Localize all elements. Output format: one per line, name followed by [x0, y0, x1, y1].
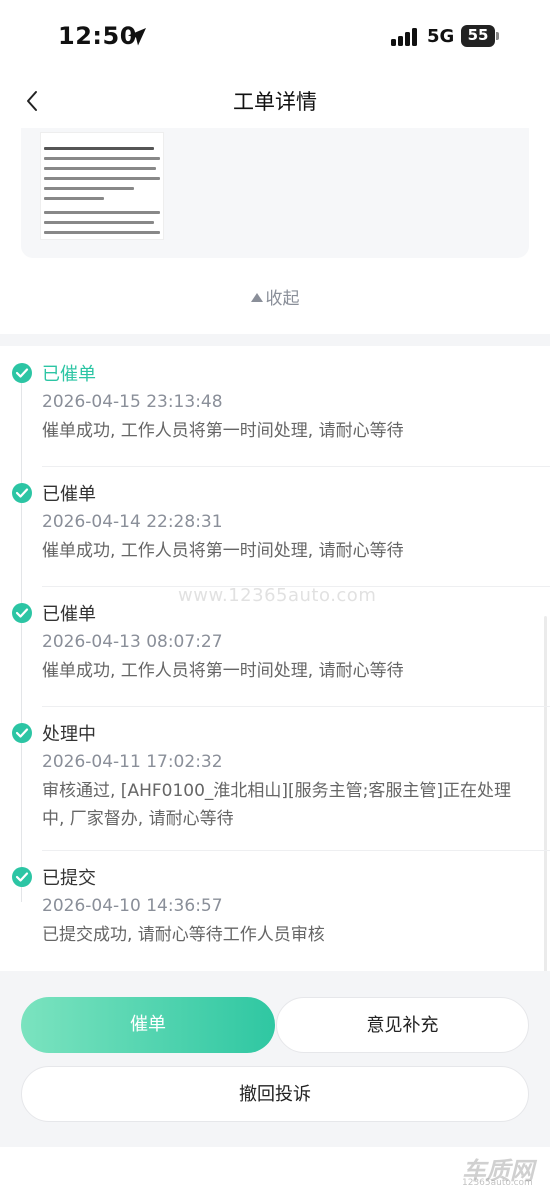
watermark: www.12365auto.com: [178, 585, 377, 606]
timeline-divider: [42, 466, 550, 467]
collapse-label: 收起: [265, 289, 300, 309]
network-type: 5G: [427, 26, 455, 47]
collapse-toggle[interactable]: 收起: [0, 284, 550, 309]
battery-level: 55: [467, 26, 489, 44]
timeline-desc: 催单成功, 工作人员将第一时间处理, 请耐心等待: [42, 421, 404, 441]
timeline-desc: 已提交成功, 请耐心等待工作人员审核: [42, 925, 325, 945]
page-title: 工单详情: [233, 90, 317, 114]
timeline-divider: [42, 850, 550, 851]
timeline-time: 2026-04-11 17:02:32: [42, 752, 223, 772]
timeline-line: [21, 372, 22, 902]
check-circle-icon: [12, 483, 32, 503]
check-circle-icon: [12, 867, 32, 887]
battery-icon: 55: [461, 25, 499, 47]
status-bar: 12:50 5G 55: [0, 0, 550, 74]
scroll-indicator: [544, 616, 547, 976]
urge-button[interactable]: 催单: [21, 997, 275, 1053]
timeline-status: 已提交: [42, 868, 96, 889]
location-arrow-icon: [128, 28, 146, 46]
attachment-card: [21, 128, 529, 258]
check-circle-icon: [12, 723, 32, 743]
timeline-desc: 催单成功, 工作人员将第一时间处理, 请耐心等待: [42, 541, 404, 561]
triangle-up-icon: [250, 293, 263, 302]
timeline-divider: [42, 706, 550, 707]
timeline-desc: 审核通过, [AHF0100_淮北相山][服务主管;客服主管]正在处理中, 厂家…: [42, 781, 512, 829]
timeline-status: 已催单: [42, 484, 96, 505]
timeline-status: 已催单: [42, 604, 96, 625]
action-bar: 催单 意见补充 撤回投诉: [0, 971, 550, 1147]
timeline-time: 2026-04-10 14:36:57: [42, 896, 223, 916]
supplement-button[interactable]: 意见补充: [276, 997, 529, 1053]
timeline-time: 2026-04-14 22:28:31: [42, 512, 223, 532]
site-logo-domain: 12365auto.com: [462, 1178, 533, 1188]
revoke-complaint-button[interactable]: 撤回投诉: [21, 1066, 529, 1122]
progress-timeline: 已催单 2026-04-15 23:13:48 催单成功, 工作人员将第一时间处…: [0, 346, 550, 976]
timeline-time: 2026-04-15 23:13:48: [42, 392, 223, 412]
nav-bar: 工单详情: [0, 74, 550, 128]
signal-icon: [391, 28, 419, 46]
attachment-section: 收起: [0, 128, 550, 334]
attachment-image[interactable]: [40, 132, 164, 240]
timeline-status: 已催单: [42, 364, 96, 385]
check-circle-icon: [12, 363, 32, 383]
check-circle-icon: [12, 603, 32, 623]
timeline-desc: 催单成功, 工作人员将第一时间处理, 请耐心等待: [42, 661, 404, 681]
timeline-status: 处理中: [42, 724, 96, 745]
page: 12:50 5G 55 工单详情 收起 已催单 2026-04-15 23:13…: [0, 0, 550, 1191]
timeline-time: 2026-04-13 08:07:27: [42, 632, 223, 652]
